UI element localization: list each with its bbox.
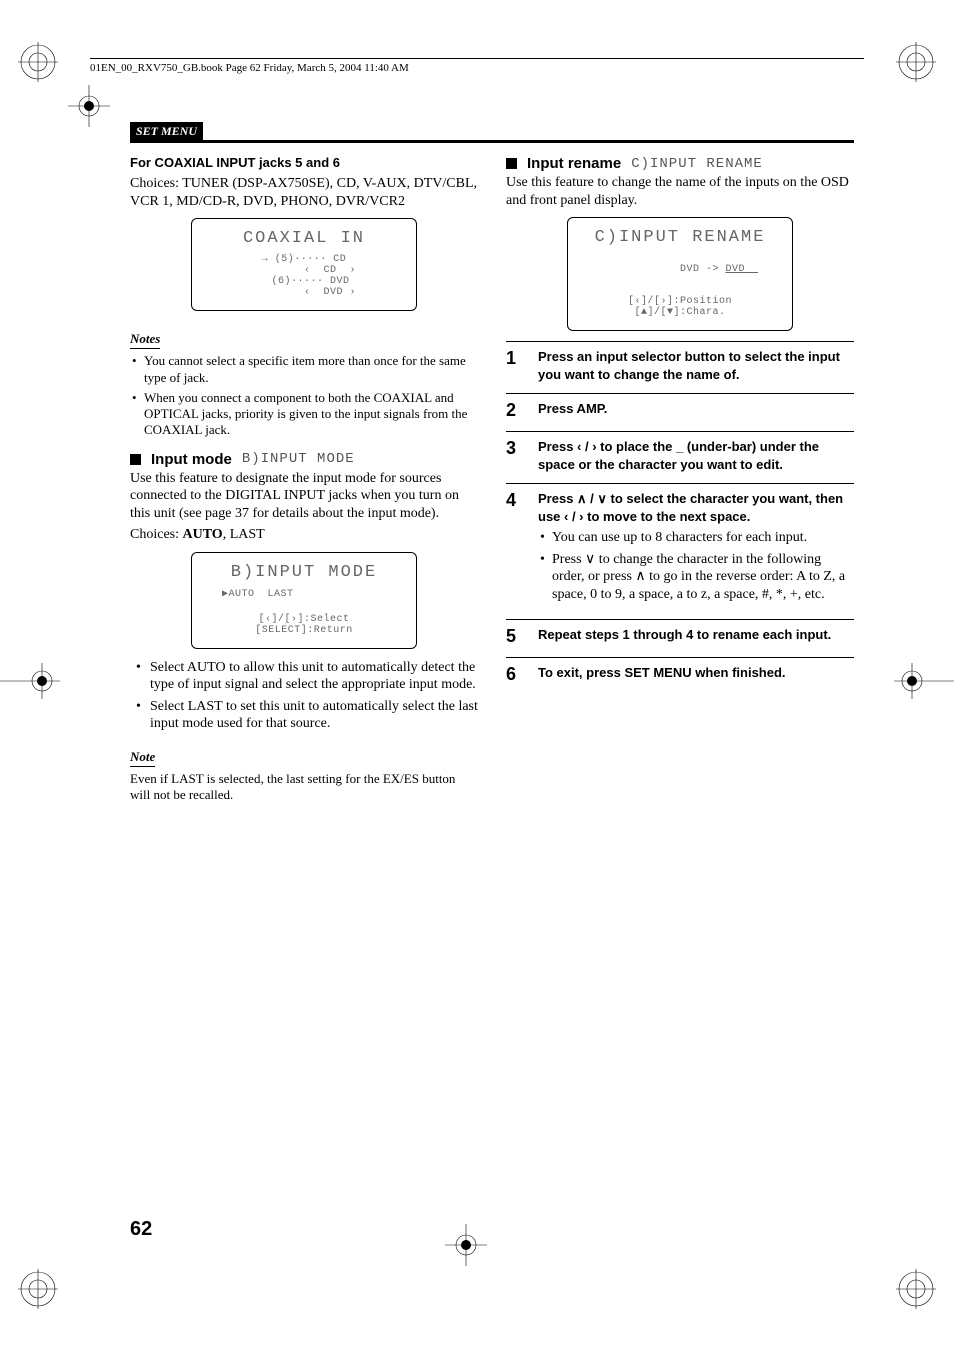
display-line: ‹ DVD › [204, 287, 404, 298]
step-number: 4 [506, 490, 524, 609]
notes-list: You cannot select a specific item more t… [130, 353, 478, 438]
step-text: Press ∧ / ∨ to select the character you … [538, 490, 854, 525]
right-column: Input rename C)INPUT RENAME Use this fea… [506, 149, 854, 807]
display-line-prefix: DVD -> [680, 264, 726, 275]
heading-text: Input rename [527, 155, 621, 172]
crop-cross-icon [445, 1224, 487, 1266]
heading-code: B)INPUT MODE [242, 451, 355, 467]
step-bullet: Press ∨ to change the character in the f… [538, 551, 854, 604]
crop-cross-icon [0, 660, 60, 702]
inputmode-display: B)INPUT MODE ▶AUTO LAST [‹]/[›]:Select [… [191, 552, 417, 649]
step-1: 1 Press an input selector button to sele… [506, 341, 854, 393]
bookmark-text: 01EN_00_RXV750_GB.book Page 62 Friday, M… [90, 62, 409, 74]
display-line: ▶AUTO LAST [204, 588, 404, 600]
input-mode-body: Use this feature to designate the input … [130, 470, 478, 523]
step-bullet: You can use up to 8 characters for each … [538, 529, 854, 547]
bullet-item: Select AUTO to allow this unit to automa… [130, 659, 478, 694]
display-line: (6)····· DVD [204, 276, 404, 287]
crop-cross-icon [68, 85, 110, 127]
section-rule [130, 140, 854, 143]
step-3: 3 Press ‹ / › to place the _ (under-bar)… [506, 431, 854, 483]
heading-code: C)INPUT RENAME [631, 156, 763, 172]
step-text: To exit, press SET MENU when finished. [538, 664, 854, 685]
page: 01EN_00_RXV750_GB.book Page 62 Friday, M… [0, 0, 954, 1351]
display-hint: [SELECT]:Return [204, 625, 404, 636]
input-mode-heading: Input mode B)INPUT MODE [130, 451, 478, 468]
display-title: C)INPUT RENAME [580, 228, 780, 247]
step-number: 2 [506, 400, 524, 421]
display-hint: [‹]/[›]:Select [204, 614, 404, 625]
input-mode-choices: Choices: AUTO, LAST [130, 526, 478, 544]
bullet-item: Select LAST to set this unit to automati… [130, 698, 478, 733]
crop-cross-icon [894, 660, 954, 702]
note-label: Note [130, 749, 155, 767]
step-text: Press an input selector button to select… [538, 348, 854, 383]
input-mode-bullets: Select AUTO to allow this unit to automa… [130, 659, 478, 733]
note-item: You cannot select a specific item more t… [130, 353, 478, 386]
note-text: Even if LAST is selected, the last setti… [130, 771, 478, 804]
print-regmark-icon [18, 42, 58, 82]
left-column: For COAXIAL INPUT jacks 5 and 6 Choices:… [130, 149, 478, 807]
display-line: → (5)····· CD [204, 254, 404, 265]
book-header: 01EN_00_RXV750_GB.book Page 62 Friday, M… [90, 58, 864, 74]
coaxial-body: Choices: TUNER (DSP-AX750SE), CD, V-AUX,… [130, 175, 478, 210]
section-label: SET MENU [130, 122, 203, 141]
choice-auto: AUTO [183, 527, 223, 542]
inputrename-display: C)INPUT RENAME DVD -> DVD [‹]/[›]:Positi… [567, 217, 793, 331]
step-5: 5 Repeat steps 1 through 4 to rename eac… [506, 619, 854, 657]
display-line: DVD -> DVD [580, 253, 780, 286]
square-bullet-icon [130, 454, 141, 465]
note-item: When you connect a component to both the… [130, 390, 478, 439]
step-text: Repeat steps 1 through 4 to rename each … [538, 626, 854, 647]
step-number: 3 [506, 438, 524, 473]
print-regmark-icon [896, 42, 936, 82]
display-hint: [‹]/[›]:Position [580, 296, 780, 307]
page-number: 62 [130, 1218, 152, 1241]
step-number: 6 [506, 664, 524, 685]
heading-text: Input mode [151, 451, 232, 468]
print-regmark-icon [18, 1269, 58, 1309]
step-4: 4 Press ∧ / ∨ to select the character yo… [506, 483, 854, 619]
print-regmark-icon [896, 1269, 936, 1309]
step-text: Press ‹ / › to place the _ (under-bar) u… [538, 438, 854, 473]
display-line-underlined: DVD [726, 264, 759, 275]
coaxial-display: COAXIAL IN → (5)····· CD ‹ CD › (6)·····… [191, 218, 417, 311]
input-rename-heading: Input rename C)INPUT RENAME [506, 155, 854, 172]
content: SET MENU For COAXIAL INPUT jacks 5 and 6… [130, 122, 854, 1211]
step-number: 1 [506, 348, 524, 383]
display-title: B)INPUT MODE [204, 563, 404, 582]
notes-label: Notes [130, 331, 160, 349]
square-bullet-icon [506, 158, 517, 169]
display-line: ‹ CD › [204, 265, 404, 276]
display-hint: [▲]/[▼]:Chara. [580, 307, 780, 318]
step-text: Press AMP. [538, 400, 854, 421]
step-2: 2 Press AMP. [506, 393, 854, 431]
choice-rest: , LAST [223, 527, 265, 542]
input-rename-body: Use this feature to change the name of t… [506, 174, 854, 209]
display-title: COAXIAL IN [204, 229, 404, 248]
step-number: 5 [506, 626, 524, 647]
step-6: 6 To exit, press SET MENU when finished. [506, 657, 854, 695]
choices-prefix: Choices: [130, 527, 183, 542]
coaxial-heading: For COAXIAL INPUT jacks 5 and 6 [130, 155, 478, 171]
